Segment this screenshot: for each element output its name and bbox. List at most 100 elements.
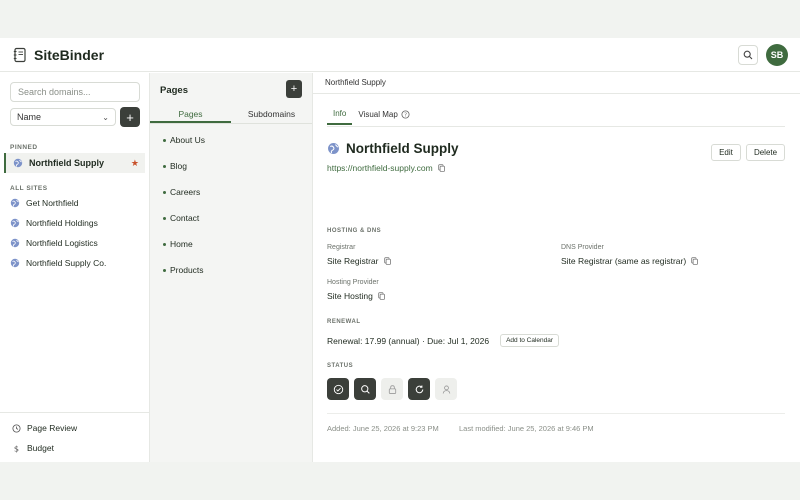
bullet-dot-icon (163, 190, 166, 194)
delete-button[interactable]: Delete (746, 144, 785, 161)
page-item-label: Contact (170, 213, 200, 223)
bullet-dot-icon (163, 268, 166, 272)
page-item-label: Blog (170, 161, 188, 171)
registrar-value-text: Site Registrar (327, 256, 379, 266)
renewal-text: Renewal: 17.99 (annual) · Due: Jul 1, 20… (327, 335, 490, 346)
page-item[interactable]: Contact (163, 213, 199, 223)
status-chip-lock[interactable] (381, 378, 403, 400)
search-domains-input[interactable] (10, 82, 140, 102)
site-item[interactable]: Northfield Logistics (10, 234, 145, 252)
page-item-label: Products (170, 265, 204, 275)
tab-visual-map[interactable]: Visual Map ? (352, 109, 415, 125)
edit-button[interactable]: Edit (711, 144, 741, 161)
site-url-link[interactable]: https://northfield-supply.com (327, 163, 433, 173)
add-page-button[interactable]: + (286, 80, 302, 98)
add-to-calendar-button[interactable]: Add to Calendar (500, 334, 560, 347)
page-item[interactable]: Products (163, 265, 204, 275)
main-tabs: Info Visual Map ? (327, 109, 416, 125)
search-icon (743, 50, 753, 59)
help-circle-icon: ? (401, 110, 410, 119)
user-icon (442, 385, 450, 394)
user-avatar[interactable]: SB (766, 43, 788, 66)
pinned-item-label: Northfield Supply (29, 158, 104, 168)
search-button[interactable] (738, 44, 758, 65)
tab-pages[interactable]: Pages (150, 106, 231, 123)
tab-subdomains[interactable]: Subdomains (231, 106, 312, 123)
hosting-provider-label: Hosting Provider (327, 279, 379, 286)
brand[interactable]: SiteBinder (12, 47, 104, 63)
star-icon[interactable]: ★ (131, 158, 139, 169)
site-item[interactable]: Northfield Holdings (10, 214, 145, 232)
status-chip-refresh[interactable] (408, 378, 430, 400)
site-item[interactable]: Get Northfield (10, 194, 145, 212)
bullet-dot-icon (163, 164, 166, 168)
globe-icon (13, 158, 23, 168)
site-title: Northfield Supply (346, 141, 459, 156)
status-indicators (327, 378, 457, 400)
brand-name: SiteBinder (34, 46, 105, 63)
tab-visual-map-label: Visual Map (358, 110, 398, 119)
page-item[interactable]: About Us (163, 135, 205, 145)
site-item-label: Northfield Supply Co. (26, 258, 107, 268)
copy-icon[interactable] (383, 257, 391, 265)
site-item[interactable]: Northfield Supply Co. (10, 254, 145, 272)
status-chip-user[interactable] (435, 378, 457, 400)
chevron-down-icon: ⌄ (102, 112, 109, 122)
hosting-provider-value: Site Hosting (327, 291, 385, 301)
copy-icon[interactable] (691, 257, 698, 265)
pages-panel-title: Pages (160, 85, 188, 96)
app-window: SiteBinder SB Name ⌄ + PINNED (0, 38, 800, 462)
globe-icon (10, 238, 20, 248)
page-item-label: Careers (170, 187, 201, 197)
divider (327, 126, 785, 127)
notebook-icon (13, 47, 26, 62)
sidebar-bottom-item[interactable]: $ Budget (12, 443, 54, 453)
renewal-info: Renewal: 17.99 (annual) · Due: Jul 1, 20… (327, 334, 560, 347)
copy-icon[interactable] (378, 292, 385, 300)
page-item[interactable]: Blog (163, 161, 187, 171)
refresh-icon (415, 384, 423, 393)
site-url[interactable]: https://northfield-supply.com (327, 163, 445, 173)
sidebar-bottom-item-label: Budget (27, 443, 54, 453)
registrar-value: Site Registrar (327, 256, 391, 266)
svg-text:?: ? (404, 112, 407, 118)
pinned-section-label: PINNED (10, 144, 38, 151)
search-icon (360, 384, 370, 394)
sort-select[interactable]: Name ⌄ (10, 108, 116, 126)
page-item[interactable]: Careers (163, 187, 200, 197)
sidebar-bottom: Page Review $ Budget (0, 412, 149, 462)
site-item-label: Northfield Logistics (26, 238, 98, 248)
added-timestamp: Added: June 25, 2026 at 9:23 PM (327, 424, 439, 433)
hosting-provider-value-text: Site Hosting (327, 291, 373, 301)
lock-icon (388, 384, 396, 394)
sidebar: Name ⌄ + PINNED Northfield Supply ★ ALL … (0, 73, 150, 462)
sidebar-bottom-item-label: Page Review (27, 423, 78, 433)
add-site-button[interactable]: + (120, 107, 140, 127)
svg-text:$: $ (14, 444, 19, 453)
page-item[interactable]: Home (163, 239, 193, 249)
sort-select-value: Name (17, 112, 42, 122)
status-chip-search[interactable] (354, 378, 376, 400)
divider (313, 93, 800, 94)
modified-timestamp: Last modified: June 25, 2026 at 9:46 PM (459, 424, 594, 433)
globe-icon (10, 218, 20, 228)
pages-panel: Pages + Pages Subdomains About Us Blog C… (150, 73, 313, 462)
page-item-label: About Us (170, 135, 205, 145)
check-circle-icon (333, 384, 343, 394)
main-content: Northfield Supply Info Visual Map ? Nort… (313, 73, 800, 462)
pinned-item-northfield-supply[interactable]: Northfield Supply ★ (4, 153, 145, 173)
globe-icon (10, 198, 20, 208)
sidebar-bottom-item[interactable]: Page Review (12, 423, 77, 433)
registrar-label: Registrar (327, 244, 356, 251)
clock-icon (12, 423, 21, 433)
dns-provider-value: Site Registrar (same as registrar) (561, 256, 698, 266)
site-item-label: Get Northfield (26, 198, 79, 208)
bullet-dot-icon (163, 242, 166, 246)
page-item-label: Home (170, 239, 193, 249)
tab-info[interactable]: Info (327, 109, 353, 125)
bullet-dot-icon (163, 138, 166, 142)
status-section-label: STATUS (327, 363, 354, 369)
status-chip-check[interactable] (327, 378, 349, 400)
dns-provider-value-text: Site Registrar (same as registrar) (561, 256, 687, 266)
copy-icon[interactable] (438, 164, 445, 172)
